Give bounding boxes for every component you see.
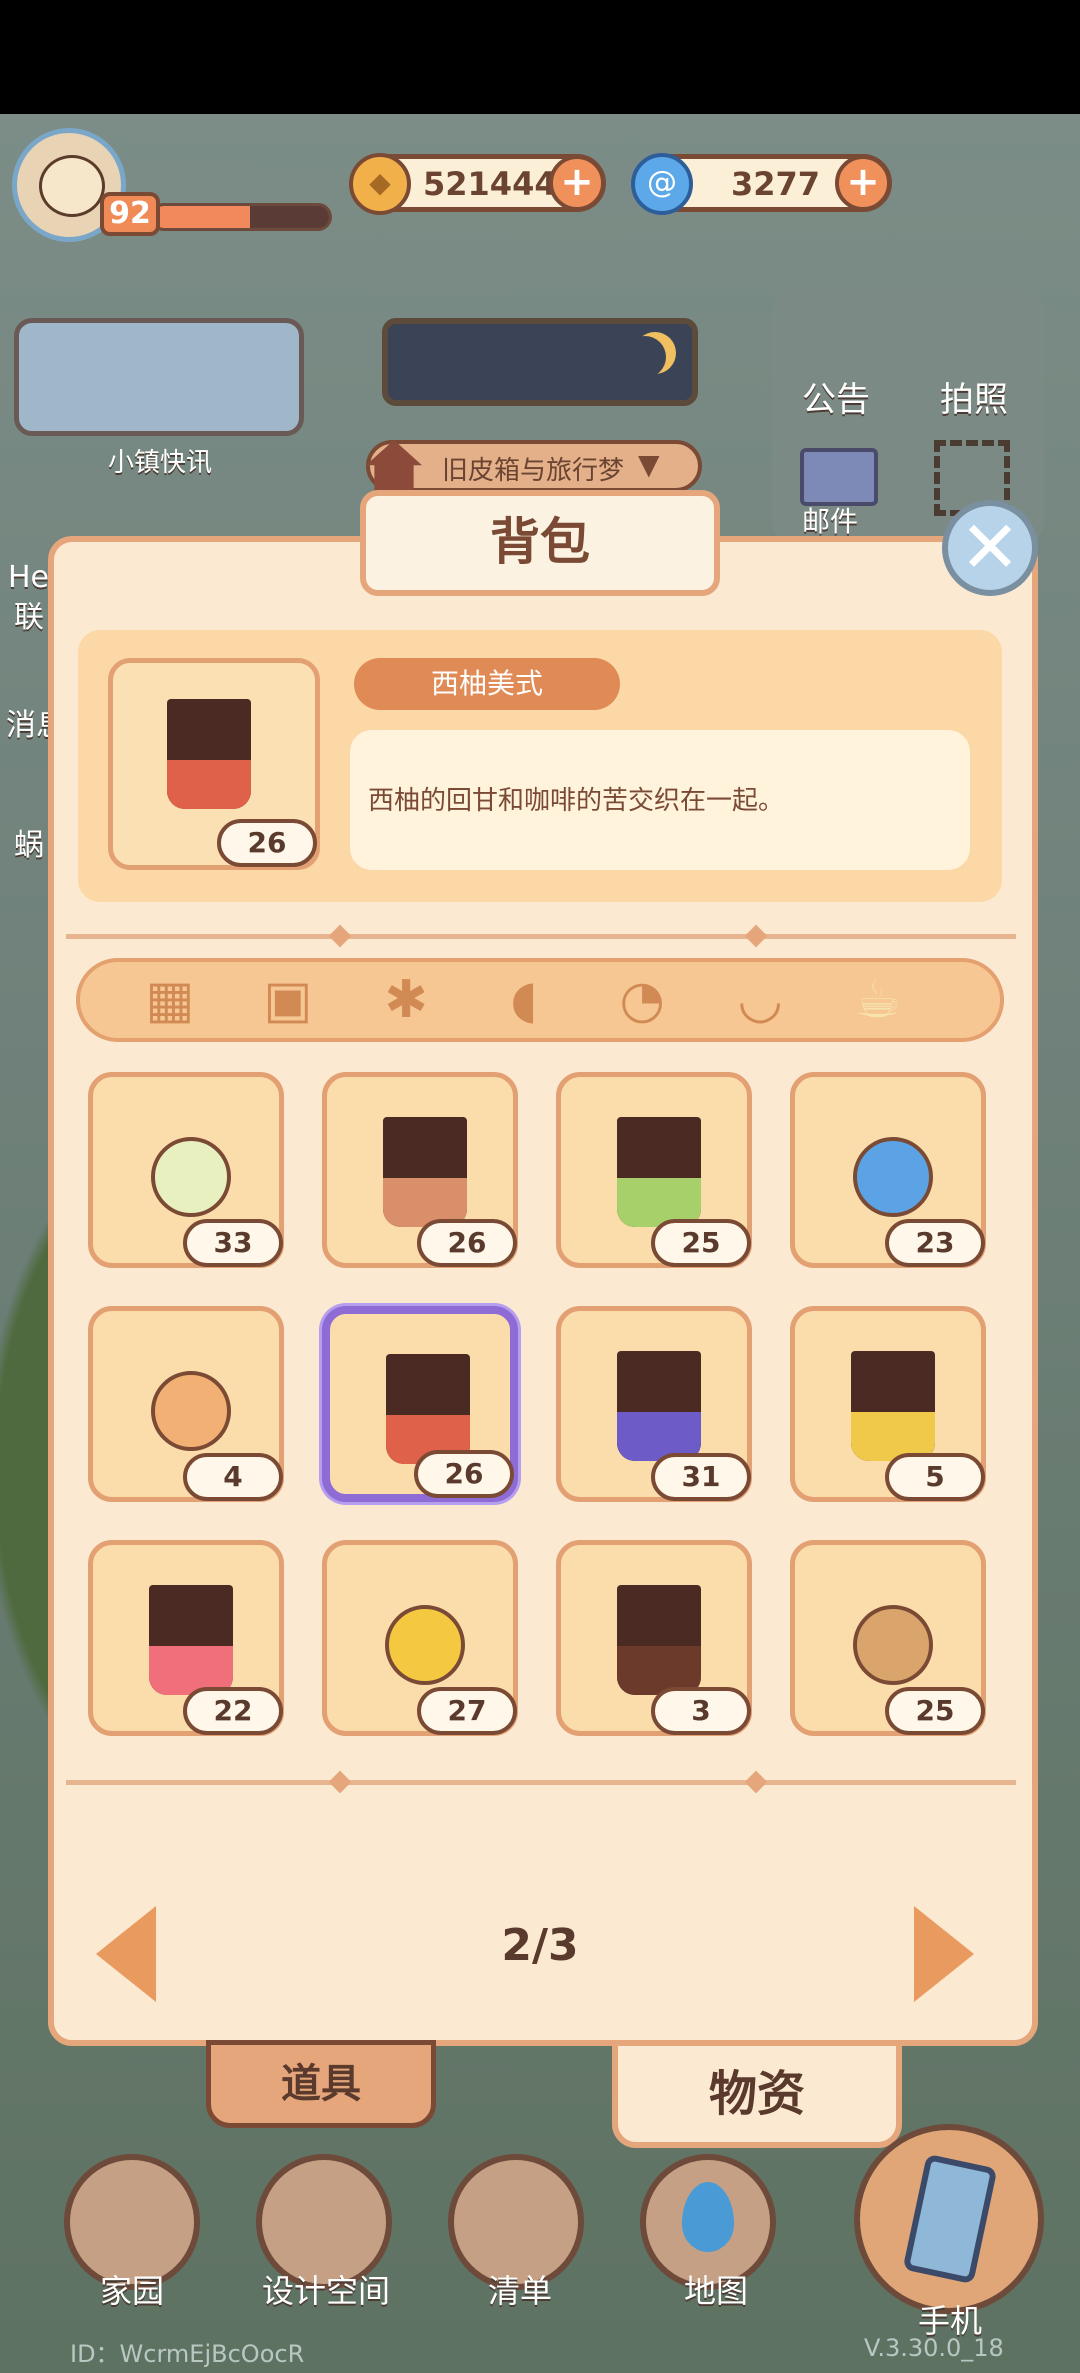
mail-label: 邮件 — [802, 505, 859, 538]
item-qty: 4 — [183, 1453, 283, 1501]
item-slot[interactable]: 5 — [790, 1306, 986, 1502]
drink-ball-icon — [151, 1371, 231, 1451]
list-label: 清单 — [487, 2272, 552, 2310]
close-button[interactable]: ✕ — [942, 500, 1038, 596]
time-of-day-indicator — [382, 318, 698, 406]
meat-icon[interactable]: ◔ — [602, 968, 682, 1032]
item-slot[interactable]: 23 — [790, 1072, 986, 1268]
side-label-1: He — [8, 560, 50, 595]
item-slot[interactable]: 3 — [556, 1540, 752, 1736]
fish-icon[interactable]: ◖ — [484, 968, 564, 1032]
item-qty: 26 — [417, 1219, 517, 1267]
drink-ball-icon — [385, 1605, 465, 1685]
item-slot[interactable]: 33 — [88, 1072, 284, 1268]
grid-icon[interactable]: ▦ — [130, 968, 210, 1032]
divider-top — [66, 934, 1016, 939]
map-pin-icon — [682, 2182, 734, 2252]
xp-fill — [153, 206, 250, 228]
side-label-4: 蜗 — [14, 828, 44, 863]
item-slot[interactable]: 26 — [322, 1306, 518, 1502]
item-qty: 22 — [183, 1687, 283, 1735]
item-qty: 31 — [651, 1453, 751, 1501]
item-qty: 33 — [183, 1219, 283, 1267]
mail-icon[interactable] — [800, 448, 878, 506]
moon-icon — [624, 336, 666, 378]
seed-icon[interactable]: ▣ — [248, 968, 328, 1032]
announce-button[interactable]: 公告 — [802, 372, 870, 421]
tab-props[interactable]: 道具 — [206, 2040, 436, 2128]
grapefruit-coffee-icon — [167, 699, 251, 809]
coin-icon: ◆ — [349, 153, 411, 215]
player-id: ID：WcrmEjBcOocR — [70, 2340, 305, 2368]
drink-cup-icon — [851, 1351, 935, 1461]
category-tabs: ▦ ▣ ✱ ◖ ◔ ◡ ☕ — [76, 958, 1004, 1042]
gem-value: 3277 — [731, 165, 821, 203]
drink-cup-icon — [386, 1354, 470, 1464]
xp-bar — [150, 203, 332, 231]
coin-value: 521444 — [423, 165, 557, 203]
item-slot[interactable]: 25 — [556, 1072, 752, 1268]
add-coins-button[interactable]: + — [549, 155, 605, 211]
app-version: V.3.30.0_18 — [864, 2334, 1004, 2362]
item-qty: 25 — [651, 1219, 751, 1267]
phone-button[interactable] — [854, 2124, 1044, 2314]
side-label-2: 联 — [14, 600, 44, 635]
soup-icon[interactable]: ◡ — [720, 968, 800, 1032]
town-news-card[interactable] — [14, 318, 304, 436]
tab-materials[interactable]: 物资 — [612, 2040, 902, 2148]
drink-cup-icon — [617, 1585, 701, 1695]
photo-button[interactable]: 拍照 — [940, 372, 1008, 421]
dog-face-icon — [39, 155, 105, 217]
status-bar — [0, 0, 1080, 114]
bag-title: 背包 — [490, 513, 590, 571]
drink-cup-icon — [383, 1117, 467, 1227]
map-label: 地图 — [683, 2272, 748, 2310]
item-qty: 3 — [651, 1687, 751, 1735]
item-detail-thumbnail: 26 — [108, 658, 320, 870]
item-qty: 5 — [885, 1453, 985, 1501]
location-label: 旧皮箱与旅行梦 — [442, 456, 625, 486]
item-description: 西柚的回甘和咖啡的苦交织在一起。 — [368, 786, 785, 816]
item-qty: 26 — [414, 1450, 514, 1498]
page-indicator: 2/3 — [501, 1920, 579, 1971]
item-slot[interactable]: 4 — [88, 1306, 284, 1502]
item-slot[interactable]: 26 — [322, 1072, 518, 1268]
gem-icon: @ — [631, 153, 693, 215]
plant-icon[interactable]: ✱ — [366, 968, 446, 1032]
town-news-label: 小镇快讯 — [107, 448, 212, 478]
item-detail-qty: 26 — [217, 819, 317, 867]
item-qty: 25 — [885, 1687, 985, 1735]
drink-cup-icon — [617, 1117, 701, 1227]
coin-counter: ◆ 521444 + — [349, 153, 606, 215]
gem-counter: @ 3277 + — [631, 153, 892, 215]
divider-bottom — [66, 1780, 1016, 1785]
item-qty: 23 — [885, 1219, 985, 1267]
item-name: 西柚美式 — [354, 658, 620, 710]
item-slot[interactable]: 31 — [556, 1306, 752, 1502]
drink-cup-icon — [149, 1585, 233, 1695]
item-qty: 27 — [417, 1687, 517, 1735]
drink-ball-icon — [853, 1605, 933, 1685]
design-label: 设计空间 — [261, 2272, 390, 2310]
item-slot[interactable]: 22 — [88, 1540, 284, 1736]
phone-icon — [902, 2153, 998, 2285]
coffee-icon[interactable]: ☕ — [838, 968, 918, 1032]
drink-ball-icon — [151, 1137, 231, 1217]
chevron-down-icon: ▼ — [638, 448, 660, 481]
drink-cup-icon — [617, 1351, 701, 1461]
level-badge: 92 — [100, 192, 160, 236]
drink-ball-icon — [853, 1137, 933, 1217]
item-slot[interactable]: 25 — [790, 1540, 986, 1736]
location-selector[interactable]: 旧皮箱与旅行梦 ▼ — [366, 440, 702, 496]
item-slot[interactable]: 27 — [322, 1540, 518, 1736]
home-label: 家园 — [99, 2272, 164, 2310]
add-gems-button[interactable]: + — [835, 155, 891, 211]
